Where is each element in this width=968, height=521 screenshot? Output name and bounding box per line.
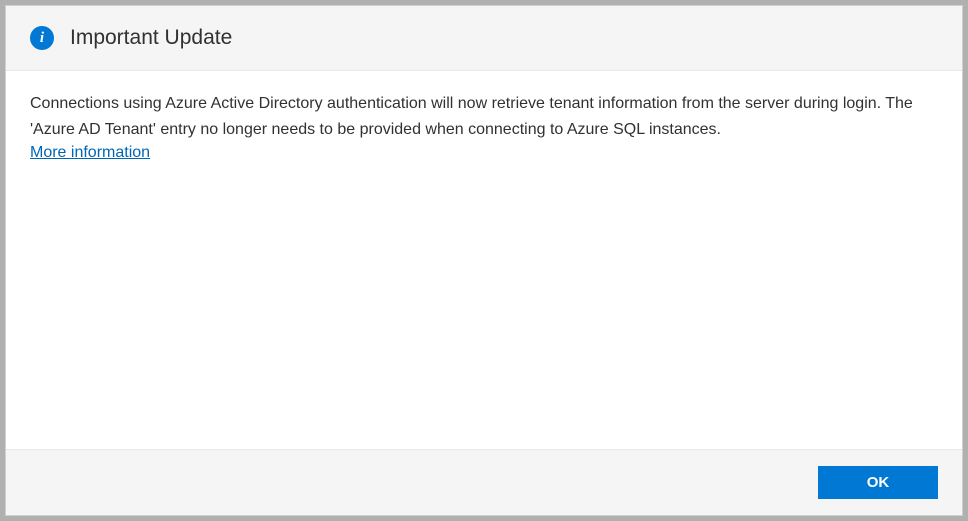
more-information-link[interactable]: More information — [30, 144, 150, 162]
info-icon: i — [30, 26, 54, 50]
dialog-title: Important Update — [70, 26, 232, 50]
dialog-message: Connections using Azure Active Directory… — [30, 91, 938, 142]
dialog-body: Connections using Azure Active Directory… — [6, 71, 962, 449]
ok-button[interactable]: OK — [818, 466, 938, 499]
dialog-header: i Important Update — [6, 6, 962, 71]
info-glyph: i — [40, 30, 44, 47]
important-update-dialog: i Important Update Connections using Azu… — [5, 5, 963, 516]
dialog-footer: OK — [6, 449, 962, 515]
